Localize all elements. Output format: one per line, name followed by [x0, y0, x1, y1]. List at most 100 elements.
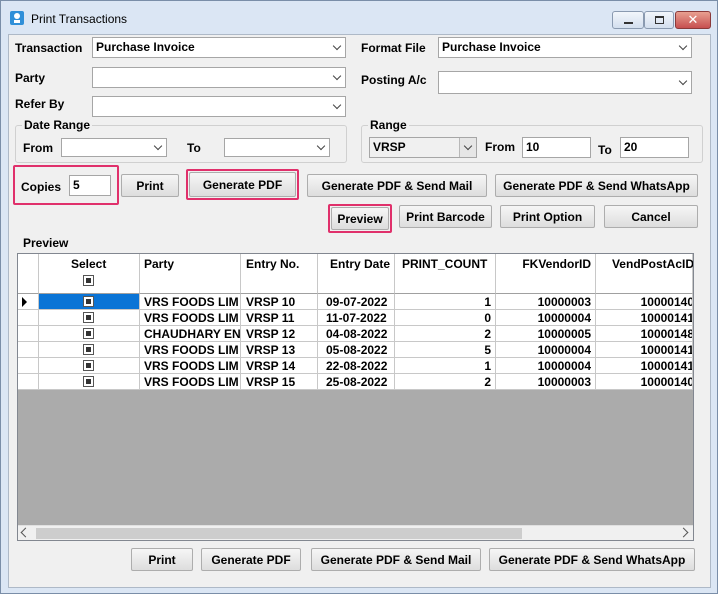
bottom-generate-pdf-send-whatsapp-button[interactable]: Generate PDF & Send WhatsApp — [489, 548, 695, 571]
row-header[interactable] — [18, 326, 39, 342]
generate-pdf-send-whatsapp-button[interactable]: Generate PDF & Send WhatsApp — [495, 174, 698, 197]
cell-fkvendorid[interactable]: 10000005 — [496, 326, 596, 342]
chevron-down-icon — [674, 38, 691, 57]
cell-print-count[interactable]: 1 — [395, 294, 496, 310]
cell-fkvendorid[interactable]: 10000004 — [496, 358, 596, 374]
column-header-party[interactable]: Party — [140, 254, 241, 294]
select-all-checkbox[interactable] — [83, 275, 94, 286]
copies-input[interactable]: 5 — [69, 175, 111, 196]
cell-print-count[interactable]: 2 — [395, 374, 496, 390]
cell-text: VRS FOODS LIM — [144, 311, 239, 325]
column-header-entry-date[interactable]: Entry Date — [318, 254, 395, 294]
cell-party[interactable]: VRS FOODS LIM — [140, 342, 241, 358]
column-header-select[interactable]: Select — [39, 254, 140, 294]
cancel-button[interactable]: Cancel — [604, 205, 698, 228]
cell-vendpostacid[interactable]: 10000141 — [596, 342, 693, 358]
transaction-select[interactable]: Purchase Invoice — [92, 37, 346, 58]
cell-entry-no[interactable]: VRSP 14 — [241, 358, 318, 374]
bottom-generate-pdf-button[interactable]: Generate PDF — [201, 548, 301, 571]
preview-button[interactable]: Preview — [331, 207, 389, 230]
cell-vendpostacid[interactable]: 10000140 — [596, 374, 693, 390]
cell-fkvendorid[interactable]: 10000003 — [496, 374, 596, 390]
cell-entry-no[interactable]: VRSP 15 — [241, 374, 318, 390]
cell-fkvendorid[interactable]: 10000004 — [496, 310, 596, 326]
row-select-checkbox[interactable] — [83, 328, 94, 339]
row-select-checkbox[interactable] — [83, 344, 94, 355]
row-select-checkbox[interactable] — [83, 360, 94, 371]
row-select-checkbox[interactable] — [83, 312, 94, 323]
cell-entry-date[interactable]: 09-07-2022 — [318, 294, 395, 310]
row-header[interactable] — [18, 358, 39, 374]
cell-vendpostacid[interactable]: 10000141 — [596, 358, 693, 374]
cell-entry-date[interactable]: 22-08-2022 — [318, 358, 395, 374]
cell-vendpostacid[interactable]: 10000148 — [596, 326, 693, 342]
row-header[interactable] — [18, 342, 39, 358]
print-barcode-button[interactable]: Print Barcode — [399, 205, 492, 228]
cell-select[interactable] — [39, 294, 140, 310]
cell-party[interactable]: CHAUDHARY EN — [140, 326, 241, 342]
print-button[interactable]: Print — [121, 174, 179, 197]
maximize-button[interactable] — [644, 11, 674, 29]
column-header-fkvendorid[interactable]: FKVendorID — [496, 254, 596, 294]
scroll-left-icon[interactable] — [20, 527, 31, 538]
format-file-select[interactable]: Purchase Invoice — [438, 37, 692, 58]
row-header[interactable] — [18, 294, 39, 310]
range-from-input[interactable]: 10 — [522, 137, 591, 158]
cell-select[interactable] — [39, 358, 140, 374]
cell-vendpostacid[interactable]: 10000141 — [596, 310, 693, 326]
cell-select[interactable] — [39, 326, 140, 342]
cell-entry-no[interactable]: VRSP 10 — [241, 294, 318, 310]
cell-select[interactable] — [39, 310, 140, 326]
cell-entry-date[interactable]: 05-08-2022 — [318, 342, 395, 358]
cell-entry-date[interactable]: 04-08-2022 — [318, 326, 395, 342]
row-select-checkbox[interactable] — [83, 296, 94, 307]
horizontal-scrollbar[interactable] — [18, 525, 693, 540]
cell-entry-no[interactable]: VRSP 12 — [241, 326, 318, 342]
column-header-print-count[interactable]: PRINT_COUNT — [395, 254, 496, 294]
cell-fkvendorid[interactable]: 10000003 — [496, 294, 596, 310]
column-header-vendpostacid[interactable]: VendPostAcID — [596, 254, 693, 294]
range-to-value: 20 — [624, 140, 638, 154]
cell-entry-date[interactable]: 11-07-2022 — [318, 310, 395, 326]
range-series-select[interactable]: VRSP — [369, 137, 477, 158]
range-to-input[interactable]: 20 — [620, 137, 689, 158]
cell-party[interactable]: VRS FOODS LIM — [140, 374, 241, 390]
cell-party[interactable]: VRS FOODS LIM — [140, 294, 241, 310]
minimize-button[interactable] — [612, 11, 644, 29]
row-select-checkbox[interactable] — [83, 376, 94, 387]
party-label: Party — [15, 71, 46, 85]
bottom-print-button[interactable]: Print — [131, 548, 193, 571]
preview-grid[interactable]: Select Party Entry No. Entry Date PRINT_… — [17, 253, 694, 541]
print-option-button[interactable]: Print Option — [500, 205, 595, 228]
posting-ac-select[interactable] — [438, 71, 692, 94]
cell-vendpostacid[interactable]: 10000140 — [596, 294, 693, 310]
cell-entry-no[interactable]: VRSP 11 — [241, 310, 318, 326]
row-header[interactable] — [18, 374, 39, 390]
generate-pdf-send-mail-button[interactable]: Generate PDF & Send Mail — [307, 174, 487, 197]
bottom-generate-pdf-send-mail-button[interactable]: Generate PDF & Send Mail — [311, 548, 481, 571]
cell-entry-date[interactable]: 25-08-2022 — [318, 374, 395, 390]
cell-party[interactable]: VRS FOODS LIM — [140, 358, 241, 374]
party-select[interactable] — [92, 67, 346, 88]
cell-text: VRSP 14 — [246, 359, 296, 373]
scroll-thumb[interactable] — [36, 528, 522, 539]
cell-print-count[interactable]: 2 — [395, 326, 496, 342]
refer-by-select[interactable] — [92, 96, 346, 117]
generate-pdf-button[interactable]: Generate PDF — [189, 172, 296, 197]
cell-fkvendorid[interactable]: 10000004 — [496, 342, 596, 358]
cell-select[interactable] — [39, 374, 140, 390]
chevron-down-icon — [328, 97, 345, 116]
cell-print-count[interactable]: 1 — [395, 358, 496, 374]
cell-print-count[interactable]: 5 — [395, 342, 496, 358]
cell-select[interactable] — [39, 342, 140, 358]
cell-print-count[interactable]: 0 — [395, 310, 496, 326]
date-to-label: To — [187, 141, 201, 155]
cell-entry-no[interactable]: VRSP 13 — [241, 342, 318, 358]
column-header-entry-no[interactable]: Entry No. — [241, 254, 318, 294]
cell-party[interactable]: VRS FOODS LIM — [140, 310, 241, 326]
close-button[interactable]: ✕ — [675, 11, 711, 29]
scroll-right-icon[interactable] — [678, 527, 689, 538]
date-from-picker[interactable] — [61, 138, 167, 157]
row-header[interactable] — [18, 310, 39, 326]
date-to-picker[interactable] — [224, 138, 330, 157]
